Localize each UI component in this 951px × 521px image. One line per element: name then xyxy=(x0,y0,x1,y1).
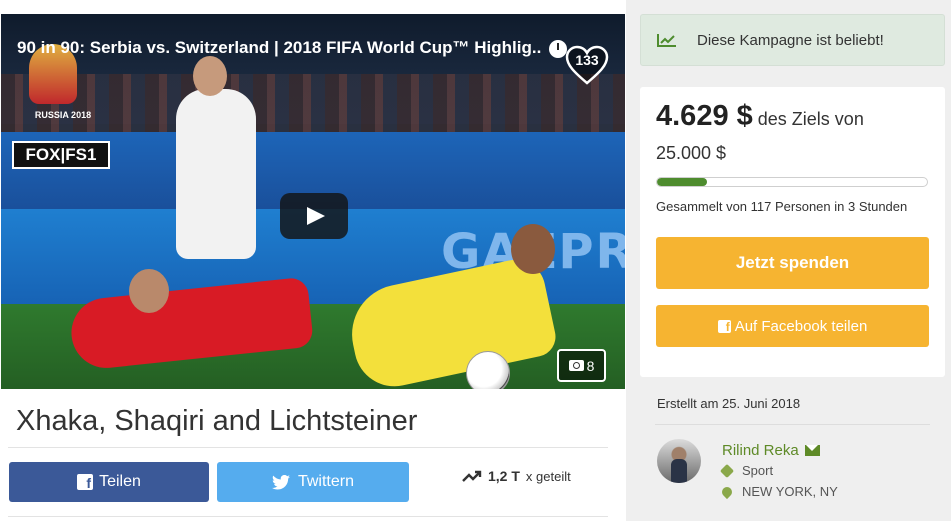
campaign-page: GAZPR RUSSIA 2018 FOX|FS1 90 in 90: Serb… xyxy=(0,0,951,521)
share-count: 1,2 T x geteilt xyxy=(462,468,571,484)
video-goalkeeper-head xyxy=(511,224,555,274)
facebook-share-label: Teilen xyxy=(99,473,141,490)
tag-icon xyxy=(719,463,735,478)
chart-line-icon xyxy=(657,34,676,47)
photo-gallery-button[interactable]: 8 xyxy=(557,349,606,382)
like-count: 133 xyxy=(575,52,599,68)
facebook-icon: f xyxy=(717,319,731,334)
main-column: GAZPR RUSSIA 2018 FOX|FS1 90 in 90: Serb… xyxy=(0,0,626,521)
collected-text: Gesammelt von 117 Personen in 3 Stunden xyxy=(656,199,908,214)
raised-amount-suffix: des Ziels von xyxy=(757,109,864,129)
facebook-share-sidebar-label: Auf Facebook teilen xyxy=(734,317,868,335)
video-player-red-head xyxy=(129,269,169,313)
video-event-label: RUSSIA 2018 xyxy=(34,110,92,120)
twitter-share-label: Twittern xyxy=(297,473,354,490)
facebook-share-button[interactable]: f Teilen xyxy=(9,462,209,502)
video-title[interactable]: 90 in 90: Serbia vs. Switzerland | 2018 … xyxy=(17,38,542,58)
trending-icon xyxy=(462,470,482,482)
camera-icon xyxy=(568,360,584,371)
share-count-value: 1,2 T xyxy=(488,468,520,484)
location-row: NEW YORK, NY xyxy=(719,484,838,499)
campaign-title: Xhaka, Shaqiri and Lichtsteiner xyxy=(16,405,418,437)
progress-bar xyxy=(656,177,928,187)
video-player-white xyxy=(176,89,256,259)
created-date: Erstellt am 25. Juni 2018 xyxy=(657,396,801,411)
broadcaster-logo: FOX|FS1 xyxy=(12,141,110,169)
divider xyxy=(8,516,608,517)
twitter-icon xyxy=(271,474,290,490)
divider xyxy=(655,424,930,425)
share-count-suffix: x geteilt xyxy=(525,468,571,484)
donate-button[interactable]: Jetzt spenden xyxy=(656,237,929,289)
organizer-name[interactable]: Rilind Reka xyxy=(722,442,799,459)
category-label: Sport xyxy=(742,463,774,478)
goal-amount: 25.000 $ xyxy=(656,143,727,163)
photo-count: 8 xyxy=(586,357,595,374)
video-player[interactable]: GAZPR RUSSIA 2018 FOX|FS1 90 in 90: Serb… xyxy=(1,14,625,389)
play-button[interactable] xyxy=(280,193,348,239)
raised-amount: 4.629 $ des Ziels von xyxy=(656,100,864,133)
divider xyxy=(8,447,608,448)
category-row: Sport xyxy=(719,463,774,478)
raised-amount-value: 4.629 $ xyxy=(656,100,753,132)
popular-text: Diese Kampagne ist beliebt! xyxy=(697,31,884,49)
progress-fill xyxy=(657,178,707,186)
envelope-icon[interactable] xyxy=(804,445,820,456)
location-label: NEW YORK, NY xyxy=(742,484,838,499)
football-icon xyxy=(466,351,510,389)
avatar[interactable] xyxy=(657,439,701,483)
popular-banner: Diese Kampagne ist beliebt! xyxy=(640,14,945,66)
donation-card: 4.629 $ des Ziels von 25.000 $ Gesammelt… xyxy=(640,87,945,377)
organizer[interactable]: Rilind Reka xyxy=(722,442,820,459)
facebook-icon: f xyxy=(77,474,94,491)
video-player-white-head xyxy=(193,56,227,96)
map-pin-icon xyxy=(719,484,735,499)
twitter-share-button[interactable]: Twittern xyxy=(217,462,409,502)
facebook-share-sidebar-button[interactable]: f Auf Facebook teilen xyxy=(656,305,929,347)
